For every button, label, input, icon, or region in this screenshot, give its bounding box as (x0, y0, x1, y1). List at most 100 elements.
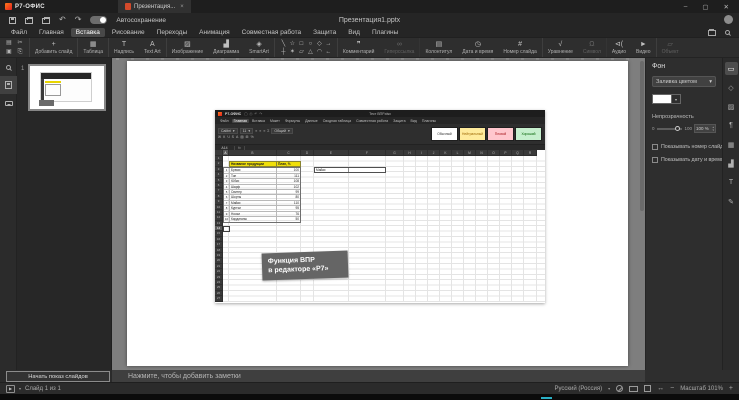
redo-icon[interactable]: ↷ (75, 16, 82, 24)
user-avatar[interactable] (724, 15, 733, 24)
ribbon-tab[interactable]: Плагины (367, 28, 403, 37)
toolbar-button-hyperlink-icon[interactable]: ∞ Гиперссылка (379, 38, 420, 57)
toolbar-button-object-icon[interactable]: ▱ Объект (657, 38, 684, 57)
shape-icon[interactable]: ╲ (279, 40, 288, 48)
signature-settings-icon[interactable]: ✎ (725, 195, 738, 208)
open-location-icon[interactable] (708, 30, 716, 36)
close-tab-icon[interactable]: × (180, 4, 184, 10)
table-settings-icon[interactable]: ▦ (725, 138, 738, 151)
toolbar-button-table-icon[interactable]: ▦ Таблица (78, 38, 109, 57)
spreadsheet-ribbon-tab: Сводная таблица (321, 119, 353, 123)
start-slideshow-icon[interactable]: ▶ (6, 385, 15, 393)
fill-color-swatch[interactable] (652, 94, 672, 104)
shape-settings-icon[interactable]: ◇ (725, 81, 738, 94)
shape-icon[interactable]: ▱ (297, 48, 306, 56)
toolbar-button-slide-number-icon[interactable]: # Номер слайда (498, 38, 542, 57)
shape-icon[interactable]: ✶ (288, 48, 297, 56)
textart-settings-icon[interactable]: Т (725, 176, 738, 189)
clipboard-icon[interactable]: ⎘ (15, 48, 25, 56)
shape-icon[interactable]: □ (297, 40, 306, 48)
clipboard-icon[interactable]: ▤ (4, 39, 14, 47)
minimize-icon[interactable]: – (684, 3, 688, 11)
clipboard-icon[interactable]: ✂ (15, 39, 25, 47)
toolbar-button-header-footer-icon[interactable]: ▤ Колонтитул (420, 38, 457, 57)
close-icon[interactable]: ✕ (724, 3, 729, 11)
ribbon-tab[interactable]: Защита (308, 28, 341, 37)
print-icon[interactable] (25, 18, 33, 24)
ribbon-tab[interactable]: Файл (6, 28, 32, 37)
shape-icon[interactable]: ○ (306, 40, 315, 48)
toolbar-button-text-art-icon[interactable]: А Text Art (139, 38, 167, 57)
toolbar-button-add-slide-icon[interactable]: + Добавить слайд (30, 38, 78, 57)
save-icon[interactable] (9, 17, 16, 24)
ribbon-tab[interactable]: Вид (343, 28, 365, 37)
toolbar-button-smartart-icon[interactable]: ◈ SmartArt (244, 38, 275, 57)
toolbar-button-text-box-icon[interactable]: Т Надпись (109, 38, 139, 57)
notes-area[interactable]: Нажмите, чтобы добавить заметки (112, 370, 645, 382)
show-date-time-checkbox[interactable] (652, 157, 658, 163)
shape-icon[interactable]: ☆ (288, 40, 297, 48)
shape-icon[interactable]: ┼ (279, 48, 288, 56)
slide-settings-icon[interactable]: ▭ (725, 62, 738, 75)
clipboard-icon[interactable]: ▣ (4, 48, 14, 56)
language-selector[interactable]: Русский (Россия) (555, 386, 603, 392)
shapes-gallery[interactable]: ╲☆□○◇→ ┼✶▱△◠← (275, 38, 338, 57)
image-settings-icon[interactable]: ▨ (725, 100, 738, 113)
show-slide-number-checkbox[interactable] (652, 144, 658, 150)
spellcheck-icon[interactable] (616, 385, 623, 392)
ribbon-tab[interactable]: Совместная работа (237, 28, 306, 37)
toolbar-button-symbol-icon[interactable]: Ω Символ (578, 38, 607, 57)
slide-thumbnail[interactable] (28, 64, 106, 111)
fit-slide-icon[interactable] (644, 385, 651, 392)
opacity-slider[interactable] (657, 128, 683, 130)
language-caret[interactable]: ▾ (608, 386, 610, 391)
maximize-icon[interactable]: ▢ (702, 3, 708, 11)
ribbon-tab[interactable]: Рисование (107, 28, 150, 37)
sidebar-slides-button[interactable] (0, 76, 17, 94)
sidebar-comments-button[interactable] (0, 94, 17, 112)
fit-width-icon[interactable]: ↔ (657, 385, 664, 392)
paragraph-settings-icon[interactable]: ¶ (725, 119, 738, 132)
toolbar-button-video-icon[interactable]: ► Видео (631, 38, 657, 57)
toolbar-button-comment-icon[interactable]: ❞ Комментарий (338, 38, 380, 57)
undo-icon[interactable]: ↶ (59, 16, 66, 24)
document-tab[interactable]: Презентация... × (118, 0, 191, 13)
shape-icon[interactable]: ◇ (315, 40, 324, 48)
chart-settings-icon[interactable]: ▟ (725, 157, 738, 170)
zoom-in-button[interactable]: + (729, 385, 733, 392)
toolbar-button-audio-icon[interactable]: ⊲( Аудио (607, 38, 631, 57)
keyboard-icon[interactable] (629, 386, 638, 392)
shape-icon[interactable]: ◠ (315, 48, 324, 56)
opacity-slider-knob[interactable] (675, 126, 680, 131)
toolbar-button-equation-icon[interactable]: √ Уравнение (543, 38, 578, 57)
slide-caption-textbox[interactable]: Функция ВПР в редакторе «Р7» (262, 251, 349, 281)
slideshow-options-caret[interactable]: ▾ (19, 386, 21, 391)
spinner-arrows[interactable]: ▴▾ (712, 126, 714, 132)
autosave-toggle[interactable] (90, 16, 107, 24)
fill-color-dropdown[interactable]: ▾ (672, 94, 681, 104)
ribbon-tab[interactable]: Главная (34, 28, 69, 37)
ribbon-tab[interactable]: Переходы (152, 28, 193, 37)
shape-icon[interactable]: △ (306, 48, 315, 56)
clipboard-group[interactable]: ▤✂▣⎘ (0, 38, 30, 57)
canvas-scrollbar[interactable] (640, 61, 644, 211)
search-icon[interactable] (725, 30, 730, 35)
ribbon-tab[interactable]: Анимация (194, 28, 235, 37)
start-slideshow-tooltip[interactable]: Начать показ слайдов (6, 371, 110, 382)
fill-type-select[interactable]: Заливка цветом ▾ (652, 76, 716, 87)
slide[interactable]: Р7-ОФИС ▢⎙↶↷ Тест ВПР.xlsx ФайлГлавнаяВс… (127, 61, 628, 366)
quick-print-icon[interactable] (42, 18, 50, 24)
opacity-spinbox[interactable]: 100 % ▴▾ (694, 124, 716, 133)
toolbar-button-chart-icon[interactable]: ▟ Диаграмма (208, 38, 244, 57)
editing-canvas[interactable]: Р7-ОФИС ▢⎙↶↷ Тест ВПР.xlsx ФайлГлавнаяВс… (112, 58, 645, 370)
toolbar-button-date-time-icon[interactable]: ◷ Дата и время (457, 38, 498, 57)
zoom-out-button[interactable]: − (670, 385, 674, 392)
shape-icon[interactable]: ← (324, 48, 333, 56)
opacity-label: Непрозрачность (652, 114, 716, 120)
shape-icon[interactable]: → (324, 40, 333, 48)
zoom-level[interactable]: Масштаб 101% (680, 386, 723, 392)
toolbar-button-image-icon[interactable]: ▨ Изображение (167, 38, 209, 57)
sidebar-search-button[interactable] (0, 58, 17, 76)
opacity-max: 100 (684, 126, 692, 131)
ribbon-tab[interactable]: Вставка (71, 28, 105, 37)
